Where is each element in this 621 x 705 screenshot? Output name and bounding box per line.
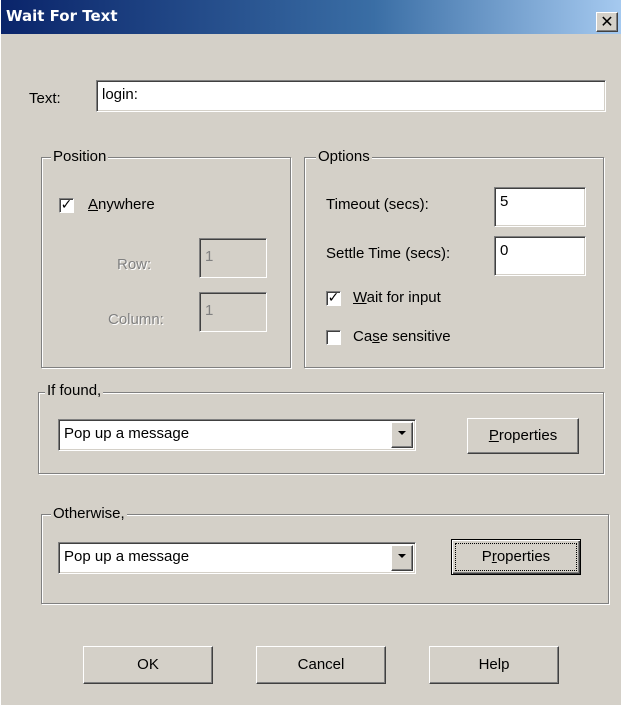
cancel-button[interactable]: Cancel [256, 646, 386, 684]
wait-for-input-label[interactable]: Wait for input [353, 289, 441, 306]
title-bar[interactable]: Wait For Text ✕ [1, 0, 621, 34]
settle-time-input[interactable]: 0 [494, 236, 586, 276]
chevron-down-icon [398, 554, 406, 558]
text-label: Text: [29, 90, 61, 107]
if-found-selected-value: Pop up a message [64, 425, 190, 442]
options-legend: Options [316, 148, 372, 165]
text-input[interactable]: login: [96, 80, 606, 112]
if-found-properties-button[interactable]: Properties [467, 418, 579, 454]
if-found-action-select[interactable]: Pop up a message [58, 419, 416, 451]
otherwise-properties-button[interactable]: Properties [451, 539, 581, 575]
anywhere-checkbox[interactable]: ✓ [59, 198, 74, 213]
position-legend: Position [51, 148, 109, 165]
if-found-dropdown-button[interactable] [391, 422, 413, 448]
column-input: 1 [199, 292, 267, 332]
wait-for-input-checkbox[interactable]: ✓ [326, 291, 341, 306]
otherwise-dropdown-button[interactable] [391, 545, 413, 571]
chevron-down-icon [398, 431, 406, 435]
close-icon[interactable]: ✕ [596, 12, 618, 32]
wait-for-text-dialog: Wait For Text ✕ Text: login: Position ✓ … [0, 0, 621, 705]
otherwise-selected-value: Pop up a message [64, 548, 190, 565]
window-title: Wait For Text [6, 7, 118, 25]
case-sensitive-label[interactable]: Case sensitive [353, 328, 451, 345]
column-label: Column: [108, 311, 164, 328]
otherwise-action-select[interactable]: Pop up a message [58, 542, 416, 574]
settle-time-label: Settle Time (secs): [326, 245, 451, 262]
focus-ring [455, 543, 577, 571]
row-label: Row: [117, 256, 152, 273]
otherwise-legend: Otherwise, [51, 505, 127, 522]
if-found-legend: If found, [45, 382, 104, 399]
checkmark-icon: ✓ [60, 197, 73, 213]
anywhere-label[interactable]: Anywhere [88, 196, 155, 213]
help-button[interactable]: Help [429, 646, 559, 684]
checkmark-icon: ✓ [327, 290, 340, 306]
row-input: 1 [199, 238, 267, 278]
timeout-input[interactable]: 5 [494, 187, 586, 227]
timeout-label: Timeout (secs): [326, 196, 429, 213]
case-sensitive-checkbox[interactable] [326, 330, 341, 345]
ok-button[interactable]: OK [83, 646, 213, 684]
